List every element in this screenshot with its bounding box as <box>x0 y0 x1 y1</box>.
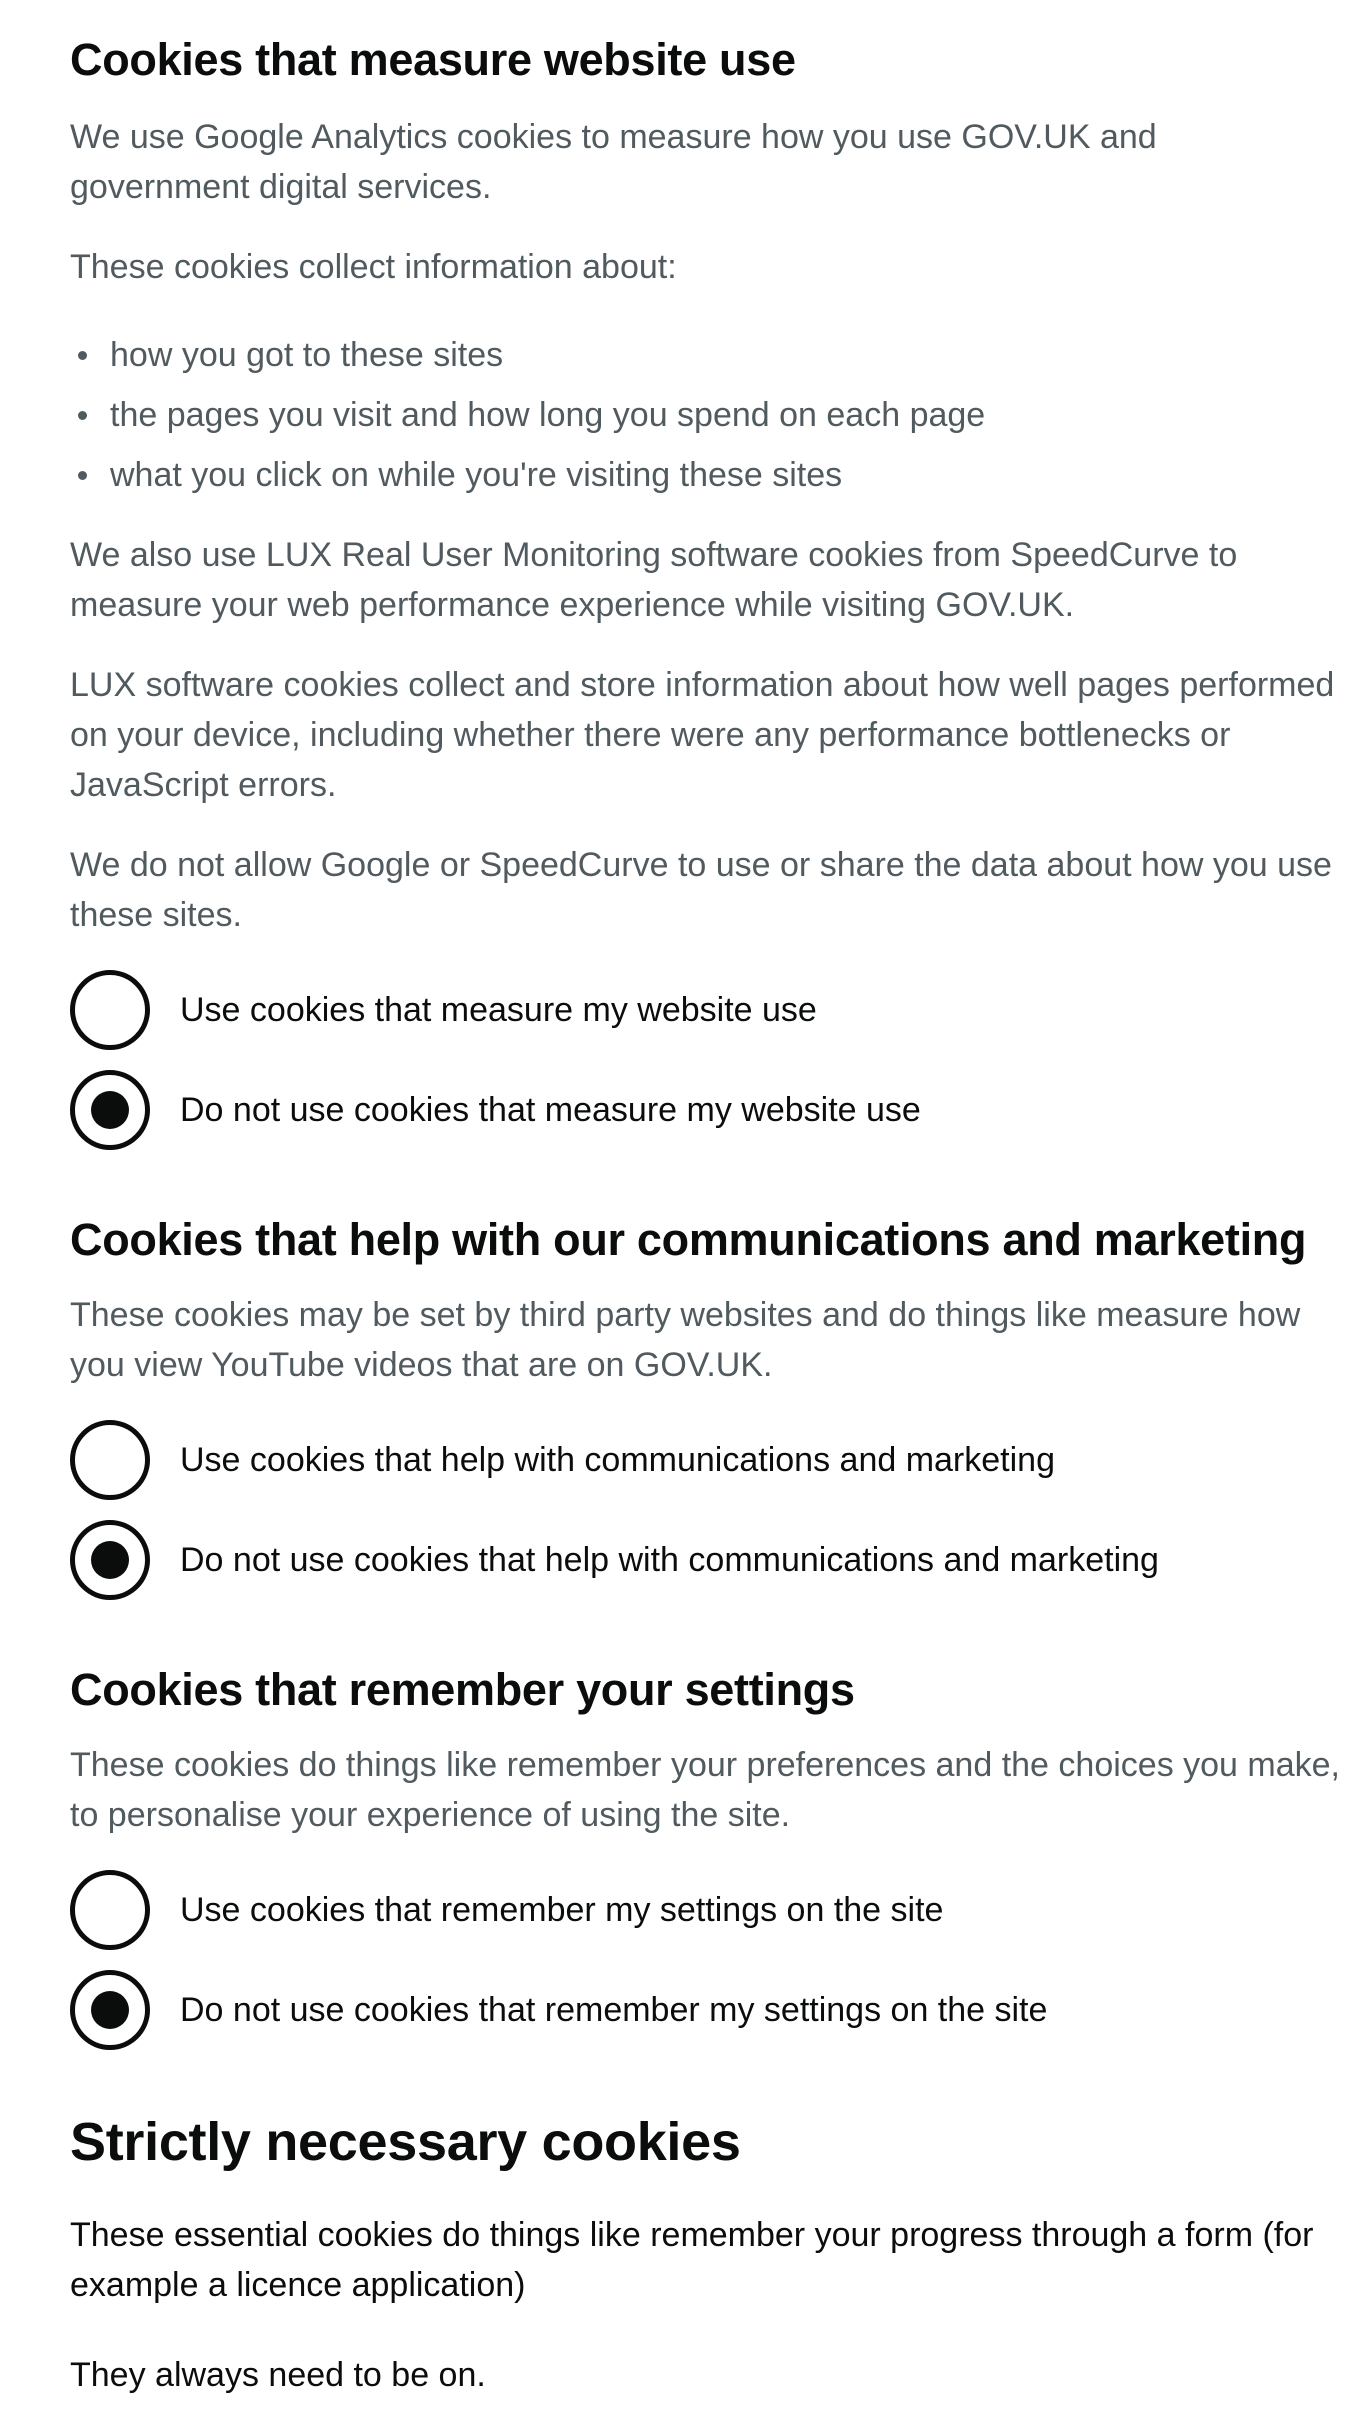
marketing-heading: Cookies that help with our communication… <box>70 1214 1307 1265</box>
measure-radio-no-label[interactable]: Do not use cookies that measure my websi… <box>180 1085 921 1135</box>
measure-heading: Cookies that measure website use <box>70 34 796 85</box>
measure-intro: We use Google Analytics cookies to measu… <box>70 118 1157 206</box>
measure-collect-intro: These cookies collect information about: <box>70 248 677 286</box>
radio-unchecked-icon[interactable] <box>70 970 150 1050</box>
list-item: the pages you visit and how long you spe… <box>70 385 1340 445</box>
settings-radio-no-label[interactable]: Do not use cookies that remember my sett… <box>180 1985 1047 2035</box>
list-item: what you click on while you're visiting … <box>70 445 1340 505</box>
marketing-radio-no[interactable]: Do not use cookies that help with commun… <box>70 1520 1340 1600</box>
radio-unchecked-icon[interactable] <box>70 1420 150 1500</box>
marketing-radio-yes[interactable]: Use cookies that help with communication… <box>70 1420 1340 1500</box>
settings-heading: Cookies that remember your settings <box>70 1664 855 1715</box>
radio-checked-icon[interactable] <box>70 1070 150 1150</box>
necessary-intro: These essential cookies do things like r… <box>70 2216 1314 2304</box>
radio-unchecked-icon[interactable] <box>70 1870 150 1950</box>
necessary-always-on: They always need to be on. <box>70 2356 486 2394</box>
marketing-radio-yes-label[interactable]: Use cookies that help with communication… <box>180 1435 1055 1485</box>
necessary-heading: Strictly necessary cookies <box>70 2112 741 2172</box>
cookie-settings-page: Cookies that measure website use We use … <box>0 0 1372 2434</box>
measure-no-share-paragraph: We do not allow Google or SpeedCurve to … <box>70 846 1332 934</box>
settings-radio-no[interactable]: Do not use cookies that remember my sett… <box>70 1970 1340 2050</box>
list-item: how you got to these sites <box>70 325 1340 385</box>
measure-collect-list: how you got to these sites the pages you… <box>70 325 1340 505</box>
measure-lux-paragraph: We also use LUX Real User Monitoring sof… <box>70 536 1238 624</box>
settings-intro: These cookies do things like remember yo… <box>70 1746 1340 1834</box>
measure-radio-no[interactable]: Do not use cookies that measure my websi… <box>70 1070 1340 1150</box>
settings-radio-yes-label[interactable]: Use cookies that remember my settings on… <box>180 1885 943 1935</box>
measure-lux-collect-paragraph: LUX software cookies collect and store i… <box>70 666 1335 804</box>
radio-checked-icon[interactable] <box>70 1520 150 1600</box>
settings-radio-yes[interactable]: Use cookies that remember my settings on… <box>70 1870 1340 1950</box>
measure-radio-yes[interactable]: Use cookies that measure my website use <box>70 970 1340 1050</box>
marketing-radio-no-label[interactable]: Do not use cookies that help with commun… <box>180 1535 1159 1585</box>
radio-checked-icon[interactable] <box>70 1970 150 2050</box>
measure-radio-yes-label[interactable]: Use cookies that measure my website use <box>180 985 817 1035</box>
marketing-intro: These cookies may be set by third party … <box>70 1296 1301 1384</box>
